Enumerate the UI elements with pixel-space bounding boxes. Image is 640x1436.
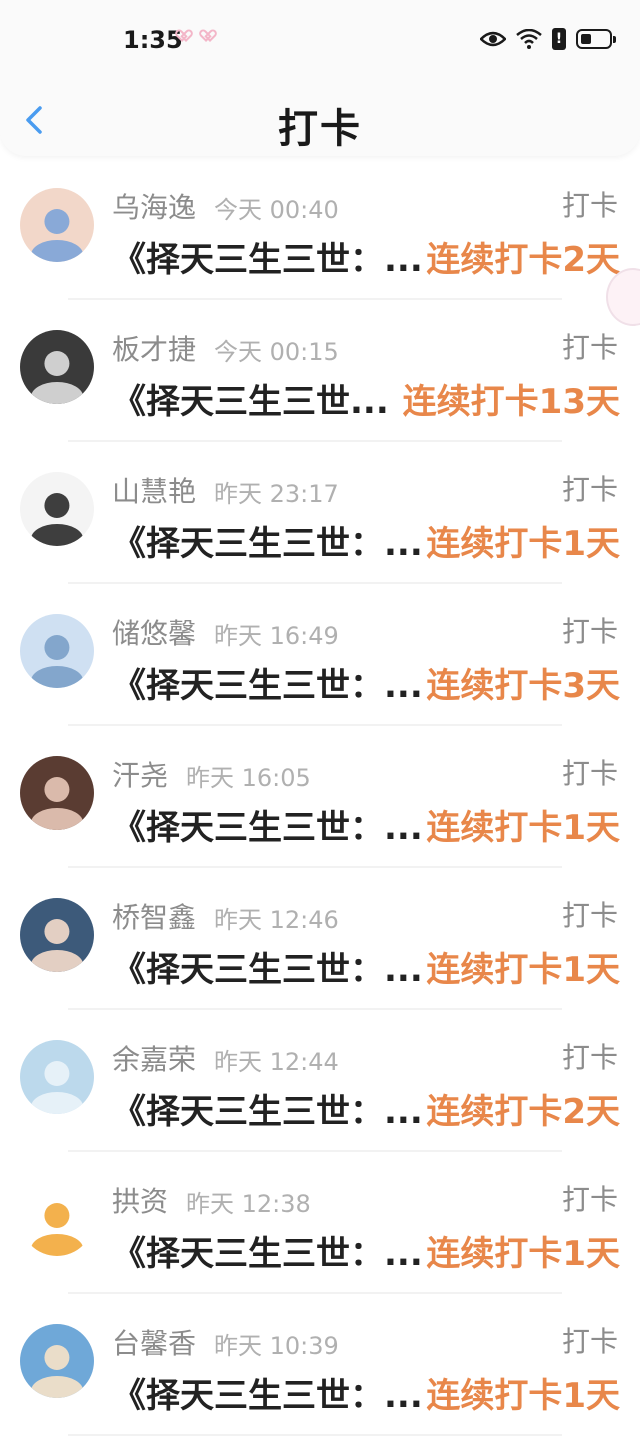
post-time: 昨天 16:05 xyxy=(186,764,311,792)
checkin-label: 打卡 xyxy=(561,189,618,222)
post-time: 昨天 10:39 xyxy=(214,1332,339,1360)
avatar[interactable] xyxy=(20,1182,94,1256)
eye-icon xyxy=(480,30,506,48)
book-title: 《择天三生三世：... xyxy=(112,1092,423,1132)
avatar[interactable] xyxy=(20,1040,94,1114)
book-title: 《择天三生三世：... xyxy=(112,240,423,280)
list-item[interactable]: 余嘉荣 昨天 12:44 打卡 《择天三生三世：... 连续打卡2天 xyxy=(0,1010,640,1152)
post-time: 今天 00:15 xyxy=(214,338,339,366)
streak-count: 连续打卡1天 xyxy=(426,950,620,990)
post-time: 昨天 12:44 xyxy=(214,1048,339,1076)
system-status-icons: ! xyxy=(480,28,616,50)
heart-icon xyxy=(178,30,194,44)
streak-count: 连续打卡1天 xyxy=(426,1234,620,1274)
user-name: 山慧艳 xyxy=(112,475,197,508)
heart-icon xyxy=(202,30,218,44)
list-item[interactable]: 汗尧 昨天 16:05 打卡 《择天三生三世：... 连续打卡1天 xyxy=(0,726,640,868)
user-name: 桥智鑫 xyxy=(112,901,197,934)
book-title: 《择天三生三世：... xyxy=(112,1376,423,1416)
checkin-label: 打卡 xyxy=(561,331,618,364)
avatar[interactable] xyxy=(20,898,94,972)
user-name: 汗尧 xyxy=(112,759,169,792)
streak-count: 连续打卡2天 xyxy=(426,1092,620,1132)
status-bar: 1:35 ! xyxy=(0,0,640,80)
checkin-label: 打卡 xyxy=(561,1325,618,1358)
user-name: 台馨香 xyxy=(112,1327,197,1360)
post-time: 昨天 12:46 xyxy=(214,906,339,934)
streak-count: 连续打卡1天 xyxy=(426,524,620,564)
battery-icon xyxy=(576,29,616,49)
header-bar: 1:35 ! 打卡 xyxy=(0,0,640,156)
user-name: 拱资 xyxy=(112,1185,169,1218)
post-time: 昨天 12:38 xyxy=(186,1190,311,1218)
user-name: 板才捷 xyxy=(112,333,197,366)
checkin-label: 打卡 xyxy=(561,1183,618,1216)
post-time: 昨天 16:49 xyxy=(214,622,339,650)
streak-count: 连续打卡3天 xyxy=(426,666,620,706)
user-name: 余嘉荣 xyxy=(112,1043,197,1076)
checkin-label: 打卡 xyxy=(561,615,618,648)
list-item[interactable]: 板才捷 今天 00:15 打卡 《择天三生三世... 连续打卡13天 xyxy=(0,300,640,442)
status-time: 1:35 xyxy=(123,26,183,54)
streak-count: 连续打卡1天 xyxy=(426,808,620,848)
checkin-label: 打卡 xyxy=(561,899,618,932)
list-item[interactable]: 乌海逸 今天 00:40 打卡 《择天三生三世：... 连续打卡2天 xyxy=(0,158,640,300)
streak-count: 连续打卡13天 xyxy=(402,382,620,422)
list-item[interactable]: 台馨香 昨天 10:39 打卡 《择天三生三世：... 连续打卡1天 xyxy=(0,1294,640,1436)
user-name: 乌海逸 xyxy=(112,191,197,224)
checkin-list: 乌海逸 今天 00:40 打卡 《择天三生三世：... 连续打卡2天 板才捷 今… xyxy=(0,158,640,1436)
checkin-label: 打卡 xyxy=(561,757,618,790)
list-item[interactable]: 拱资 昨天 12:38 打卡 《择天三生三世：... 连续打卡1天 xyxy=(0,1152,640,1294)
alert-icon: ! xyxy=(552,28,566,50)
streak-count: 连续打卡1天 xyxy=(426,1376,620,1416)
avatar[interactable] xyxy=(20,1324,94,1398)
streak-count: 连续打卡2天 xyxy=(426,240,620,280)
book-title: 《择天三生三世：... xyxy=(112,1234,423,1274)
list-item[interactable]: 山慧艳 昨天 23:17 打卡 《择天三生三世：... 连续打卡1天 xyxy=(0,442,640,584)
book-title: 《择天三生三世... xyxy=(112,382,389,422)
post-time: 今天 00:40 xyxy=(214,196,339,224)
book-title: 《择天三生三世：... xyxy=(112,666,423,706)
avatar[interactable] xyxy=(20,614,94,688)
avatar[interactable] xyxy=(20,188,94,262)
book-title: 《择天三生三世：... xyxy=(112,808,423,848)
avatar[interactable] xyxy=(20,472,94,546)
notification-icons xyxy=(178,30,218,44)
book-title: 《择天三生三世：... xyxy=(112,950,423,990)
list-item[interactable]: 桥智鑫 昨天 12:46 打卡 《择天三生三世：... 连续打卡1天 xyxy=(0,868,640,1010)
book-title: 《择天三生三世：... xyxy=(112,524,423,564)
user-name: 储悠馨 xyxy=(112,617,197,650)
page-title: 打卡 xyxy=(278,106,362,152)
avatar[interactable] xyxy=(20,756,94,830)
list-item[interactable]: 储悠馨 昨天 16:49 打卡 《择天三生三世：... 连续打卡3天 xyxy=(0,584,640,726)
checkin-label: 打卡 xyxy=(561,473,618,506)
avatar[interactable] xyxy=(20,330,94,404)
post-time: 昨天 23:17 xyxy=(214,480,339,508)
checkin-label: 打卡 xyxy=(561,1041,618,1074)
wifi-icon xyxy=(516,29,542,49)
